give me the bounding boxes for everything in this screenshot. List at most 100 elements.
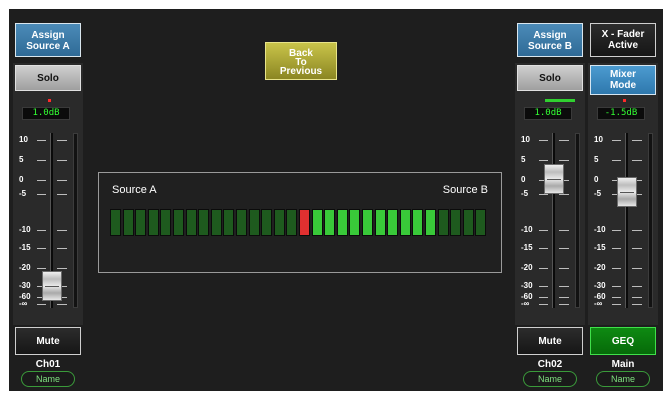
crossfader-segments[interactable] xyxy=(110,209,490,236)
scale-tick xyxy=(612,160,621,161)
solo-button-b[interactable]: Solo xyxy=(517,65,583,91)
scale-label: -5 xyxy=(19,189,27,198)
channel-strip-source-a: Assign Source A Solo 1.0dB 10 5 0 -5 -10 -15 -… xyxy=(13,9,83,391)
scale-label: 5 xyxy=(521,155,526,164)
scale-tick xyxy=(57,160,67,161)
gain-readout-main: -1.5dB xyxy=(597,107,645,120)
fader-knob-b[interactable] xyxy=(544,164,564,194)
level-meter-a xyxy=(73,133,78,308)
scale-tick xyxy=(632,248,642,249)
name-button-b[interactable]: Name xyxy=(523,371,577,387)
scale-tick xyxy=(57,194,67,195)
crossfader-segment xyxy=(475,209,487,236)
mute-button-b[interactable]: Mute xyxy=(517,327,583,355)
name-button-main[interactable]: Name xyxy=(596,371,650,387)
fader-track-b xyxy=(552,133,555,308)
scale-label: -30 xyxy=(521,281,533,290)
crossfader-segment xyxy=(412,209,424,236)
gain-readout-b: 1.0dB xyxy=(524,107,572,120)
assign-source-a-button[interactable]: Assign Source A xyxy=(15,23,81,57)
crossfader-segment xyxy=(437,209,449,236)
scale-label: -∞ xyxy=(19,299,28,308)
scale-label: -∞ xyxy=(594,299,603,308)
crossfader-segment xyxy=(387,209,399,236)
scale-tick xyxy=(612,140,621,141)
fader-knob-a[interactable] xyxy=(42,271,62,301)
scale-tick xyxy=(57,180,67,181)
scale-label: 5 xyxy=(594,155,599,164)
scale-tick xyxy=(57,230,67,231)
mixer-screen: Assign Source A Solo 1.0dB 10 5 0 -5 -10 -15 -… xyxy=(9,9,663,391)
scale-tick xyxy=(539,286,548,287)
scale-tick xyxy=(539,140,548,141)
solo-button-a[interactable]: Solo xyxy=(15,65,81,91)
scale-tick xyxy=(37,268,46,269)
crossfader-segment xyxy=(374,209,386,236)
mixer-mode-button[interactable]: Mixer Mode xyxy=(590,65,656,95)
channel-strip-source-b: Assign Source B Solo 1.0dB 10 5 0 -5 -10 -15 -… xyxy=(515,9,585,391)
scale-tick xyxy=(612,297,621,298)
crossfader-segment xyxy=(362,209,373,236)
scale-label: -30 xyxy=(594,281,606,290)
crossfader-segment xyxy=(286,209,298,236)
back-to-previous-button[interactable]: Back To Previous xyxy=(265,42,337,80)
scale-tick xyxy=(612,268,621,269)
scale-tick xyxy=(539,230,548,231)
scale-label: -10 xyxy=(594,225,606,234)
scale-label: 5 xyxy=(19,155,24,164)
scale-tick xyxy=(632,160,642,161)
scale-tick xyxy=(612,230,621,231)
scale-label: -15 xyxy=(594,243,606,252)
assign-source-b-button[interactable]: Assign Source B xyxy=(517,23,583,57)
crossfader-segment xyxy=(110,209,121,236)
scale-tick xyxy=(37,248,46,249)
scale-tick xyxy=(37,140,46,141)
crossfader-segment xyxy=(135,209,147,236)
scale-tick xyxy=(539,248,548,249)
crossfader-segment xyxy=(147,209,159,236)
scale-tick xyxy=(57,268,67,269)
scale-tick xyxy=(539,297,548,298)
crossfader-position-segment xyxy=(299,209,310,236)
scale-tick xyxy=(632,140,642,141)
scale-tick xyxy=(559,304,569,305)
crossfader-segment xyxy=(210,209,222,236)
crossfader-segment xyxy=(248,209,260,236)
scale-tick xyxy=(57,248,67,249)
scale-label: 10 xyxy=(521,135,530,144)
scale-label: -15 xyxy=(19,243,31,252)
gain-readout-a: 1.0dB xyxy=(22,107,70,120)
scale-tick xyxy=(37,304,46,305)
channel-name-label-b: Ch02 xyxy=(537,359,563,370)
knob-grip-line xyxy=(45,286,59,287)
scale-tick xyxy=(539,268,548,269)
scale-label: -20 xyxy=(521,263,533,272)
scale-tick xyxy=(632,230,642,231)
crossfader-segment xyxy=(273,209,285,236)
name-button-a[interactable]: Name xyxy=(21,371,75,387)
crossfader-segment xyxy=(198,209,210,236)
scale-label: -20 xyxy=(594,263,606,272)
crossfader-segment xyxy=(425,209,436,236)
scale-tick xyxy=(612,304,621,305)
scale-label: 0 xyxy=(19,175,24,184)
scale-tick xyxy=(559,268,569,269)
led-red xyxy=(623,99,626,102)
level-leds-main xyxy=(602,99,646,102)
mute-button-a[interactable]: Mute xyxy=(15,327,81,355)
channel-name-label-main: Main xyxy=(611,359,635,370)
level-leds-a xyxy=(27,99,71,102)
crossfader-segment xyxy=(173,209,184,236)
crossfader-segment xyxy=(261,209,273,236)
scale-tick xyxy=(539,160,548,161)
crossfader-segment xyxy=(450,209,462,236)
scale-tick xyxy=(559,248,569,249)
xfader-active-button[interactable]: X - Fader Active xyxy=(590,23,656,57)
scale-tick xyxy=(37,160,46,161)
geq-button[interactable]: GEQ xyxy=(590,327,656,355)
led-red xyxy=(48,99,51,102)
scale-tick xyxy=(632,286,642,287)
level-meter-main xyxy=(648,133,653,308)
fader-knob-main[interactable] xyxy=(617,177,637,207)
channel-name-label-a: Ch01 xyxy=(35,359,61,370)
